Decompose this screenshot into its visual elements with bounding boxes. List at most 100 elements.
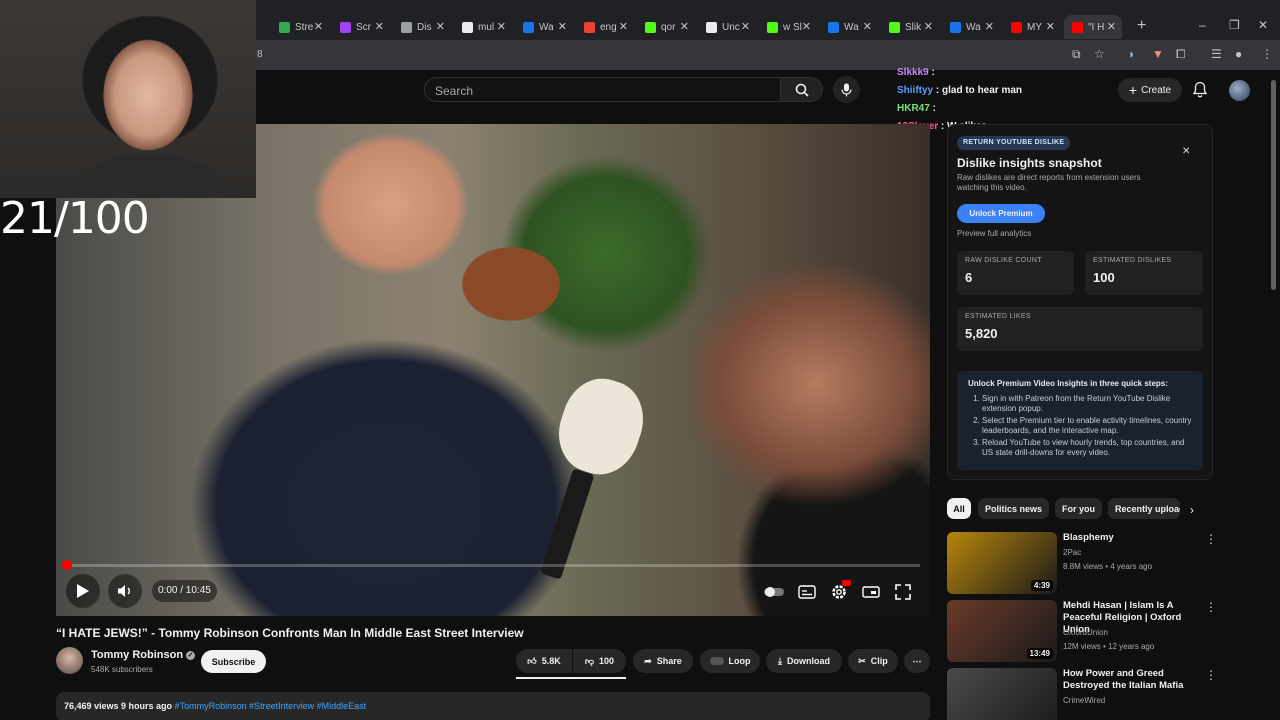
recommended-video[interactable]: 13:49 Mehdi Hasan | Islam Is A Peaceful R…: [947, 600, 1217, 664]
channel-name-text[interactable]: Tommy Robinson: [91, 649, 183, 661]
progress-scrubber[interactable]: [62, 560, 72, 570]
browser-menu-icon[interactable]: ⋮: [1261, 47, 1273, 61]
close-tab-icon[interactable]: ✕: [680, 20, 689, 33]
video-thumbnail[interactable]: [947, 668, 1057, 720]
create-button[interactable]: + Create: [1118, 78, 1182, 102]
browser-tab[interactable]: Wa ✕: [942, 15, 1000, 39]
search-input[interactable]: Search: [424, 77, 781, 102]
like-button[interactable]: 👍︎ 5.8K: [516, 649, 572, 673]
close-tab-icon[interactable]: ✕: [863, 20, 872, 33]
page-scrollbar[interactable]: [1271, 80, 1276, 290]
recommended-title[interactable]: How Power and Greed Destroyed the Italia…: [1063, 668, 1198, 692]
browser-tab[interactable]: Scr ✕: [332, 15, 390, 39]
maximize-icon[interactable]: ❐: [1229, 18, 1240, 32]
browser-tab[interactable]: w Sl ✕: [759, 15, 817, 39]
chevron-right-icon[interactable]: ›: [1190, 503, 1194, 517]
share-button[interactable]: ➦ Share: [633, 649, 693, 673]
new-tab-icon[interactable]: +: [1137, 17, 1146, 35]
close-tab-icon[interactable]: ✕: [619, 20, 628, 33]
reading-list-icon[interactable]: ☰: [1211, 47, 1222, 61]
browser-tab[interactable]: qor ✕: [637, 15, 695, 39]
loop-button[interactable]: Loop: [700, 649, 760, 673]
browser-tab[interactable]: mul ✕: [454, 15, 512, 39]
close-tab-icon[interactable]: ✕: [436, 20, 445, 33]
close-tab-icon[interactable]: ✕: [497, 20, 506, 33]
unlock-premium-button[interactable]: Unlock Premium: [957, 204, 1045, 223]
close-tab-icon[interactable]: ✕: [1107, 20, 1116, 33]
profile-icon[interactable]: ●: [1235, 47, 1242, 61]
browser-tab[interactable]: Stre ✕: [271, 15, 329, 39]
chip-politics-news[interactable]: Politics news: [978, 498, 1049, 519]
clip-button[interactable]: ✂ Clip: [848, 649, 898, 673]
video-thumbnail[interactable]: 4:39: [947, 532, 1057, 594]
subscribe-button[interactable]: Subscribe: [201, 650, 266, 673]
video-thumbnail[interactable]: 13:49: [947, 600, 1057, 662]
recommended-channel[interactable]: OxfordUnion: [1063, 628, 1108, 637]
progress-counter-overlay: 21/100: [0, 193, 150, 244]
x-logo-icon: [462, 21, 473, 33]
browser-tab[interactable]: "I H ✕: [1064, 15, 1122, 39]
account-avatar[interactable]: [1229, 80, 1250, 101]
verified-icon: ✓: [186, 650, 196, 660]
pen-icon: [340, 21, 351, 33]
close-tab-icon[interactable]: ✕: [558, 20, 567, 33]
more-actions-button[interactable]: ⋯: [904, 649, 930, 673]
recommended-video[interactable]: How Power and Greed Destroyed the Italia…: [947, 668, 1217, 720]
bookmark-star-icon[interactable]: ☆: [1094, 47, 1105, 61]
notifications-button[interactable]: [1192, 81, 1208, 103]
address-text[interactable]: 8: [257, 49, 263, 60]
close-tab-icon[interactable]: ✕: [1046, 20, 1055, 33]
more-options-icon[interactable]: ⋮: [1205, 600, 1217, 614]
subtitles-button[interactable]: [795, 581, 819, 603]
settings-button[interactable]: [827, 580, 851, 604]
recommended-title[interactable]: Blasphemy: [1063, 532, 1198, 544]
close-window-icon[interactable]: ✕: [1258, 18, 1268, 32]
more-options-icon[interactable]: ⋮: [1205, 532, 1217, 546]
channel-avatar[interactable]: [56, 647, 83, 674]
dislike-button[interactable]: 👎︎ 100: [573, 649, 626, 673]
close-icon[interactable]: ✕: [1182, 146, 1190, 157]
search-button[interactable]: [781, 77, 823, 102]
raw-dislike-stat: RAW DISLIKE COUNT 6: [957, 251, 1074, 295]
browser-tab[interactable]: eng ✕: [576, 15, 634, 39]
channel-name[interactable]: Tommy Robinson ✓: [91, 649, 196, 661]
browser-tab[interactable]: Wa ✕: [515, 15, 573, 39]
browser-tab[interactable]: MY ✕: [1003, 15, 1061, 39]
close-tab-icon[interactable]: ✕: [741, 20, 750, 33]
close-tab-icon[interactable]: ✕: [924, 20, 933, 33]
mute-button[interactable]: [108, 574, 142, 608]
recommended-video[interactable]: 4:39 Blasphemy 2Pac 8.8M views • 4 years ag…: [947, 532, 1217, 596]
extension-audio-icon[interactable]: ◗: [1128, 47, 1135, 61]
minimize-icon[interactable]: –: [1199, 18, 1206, 32]
chip-recently-uploaded[interactable]: Recently uploaded: [1108, 498, 1180, 519]
preview-analytics-link[interactable]: Preview full analytics: [957, 229, 1031, 238]
recommended-channel[interactable]: CrimeWired: [1063, 696, 1105, 705]
estimated-likes-stat: ESTIMATED LIKES 5,820: [957, 307, 1203, 351]
panel-subtext: Raw dislikes are direct reports from ext…: [957, 173, 1141, 192]
browser-tab[interactable]: Wa ✕: [820, 15, 878, 39]
theater-mode-button[interactable]: [859, 581, 883, 603]
recommended-channel[interactable]: 2Pac: [1063, 548, 1081, 557]
estimated-likes-value: 5,820: [965, 326, 998, 341]
chip-all[interactable]: All: [947, 498, 971, 519]
voice-search-button[interactable]: [833, 76, 860, 103]
fullscreen-button[interactable]: [891, 581, 915, 603]
extensions-puzzle-icon[interactable]: ⧠: [1176, 47, 1186, 62]
play-button[interactable]: [66, 574, 100, 608]
close-tab-icon[interactable]: ✕: [985, 20, 994, 33]
autoplay-toggle[interactable]: [762, 581, 786, 603]
more-options-icon[interactable]: ⋮: [1205, 668, 1217, 682]
browser-tab[interactable]: Unc ✕: [698, 15, 756, 39]
download-button[interactable]: ⤓ Download: [766, 649, 842, 673]
video-progress-bar[interactable]: [62, 560, 920, 570]
close-tab-icon[interactable]: ✕: [314, 20, 323, 33]
close-tab-icon[interactable]: ✕: [375, 20, 384, 33]
close-tab-icon[interactable]: ✕: [802, 20, 811, 33]
hashtags[interactable]: #TommyRobinson #StreetInterview #MiddleE…: [175, 701, 367, 711]
browser-tab[interactable]: Dis ✕: [393, 15, 451, 39]
install-icon[interactable]: ⧉: [1072, 47, 1081, 62]
chip-for-you[interactable]: For you: [1055, 498, 1102, 519]
description-box[interactable]: 76,469 views 9 hours ago #TommyRobinson …: [56, 692, 930, 720]
browser-tab[interactable]: Slik ✕: [881, 15, 939, 39]
extension-shield-icon[interactable]: ▼: [1152, 47, 1164, 61]
